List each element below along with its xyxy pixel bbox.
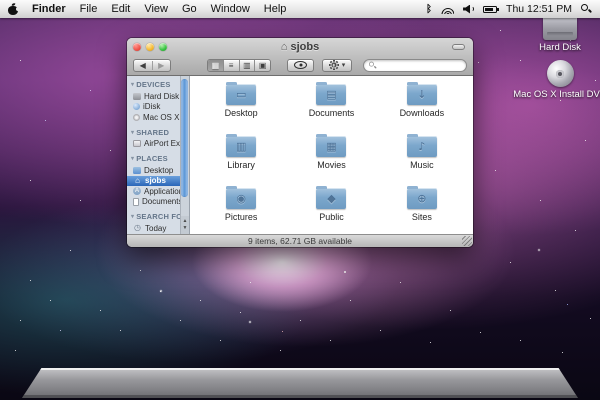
- disclosure-triangle-icon: ▾: [131, 81, 134, 88]
- disclosure-triangle-icon: ▾: [131, 129, 134, 136]
- columns-glyph: ▥: [226, 136, 256, 157]
- search-input[interactable]: [381, 60, 461, 70]
- sidebar-scrollbar-arrows[interactable]: ▲ ▼: [180, 216, 189, 234]
- home-icon: ⌂: [281, 41, 288, 53]
- install-dvd-label: Mac OS X Install DVD: [513, 89, 600, 100]
- applications-icon: A: [133, 187, 141, 195]
- bluetooth-icon[interactable]: ᛒ: [426, 4, 432, 15]
- icon-view-button[interactable]: ▦: [208, 60, 223, 71]
- menu-bar-clock[interactable]: Thu 12:51 PM: [506, 3, 572, 15]
- sidebar: ▾ DEVICES Hard Disk iDisk Mac OS X I... …: [127, 76, 190, 234]
- folder-pictures[interactable]: ◉ Pictures: [196, 185, 286, 228]
- scroll-up-icon[interactable]: ▲: [183, 218, 188, 225]
- display-glyph: ▭: [226, 84, 256, 105]
- hard-disk-label: Hard Disk: [539, 42, 581, 53]
- action-button[interactable]: ▾: [322, 59, 352, 72]
- chevron-down-icon: ▾: [342, 61, 346, 69]
- view-mode-control: ▦ ≡ ▥ ▣: [207, 59, 271, 72]
- folder-view[interactable]: ▭ Desktop ▤ Documents ↓ Downloads ▥ Libr…: [190, 76, 473, 234]
- back-button[interactable]: ◀: [134, 61, 152, 70]
- desktop: Finder File Edit View Go Window Help ᛒ T…: [0, 0, 600, 400]
- title-bar[interactable]: ⌂sjobs: [127, 38, 473, 55]
- folder-documents[interactable]: ▤ Documents: [286, 81, 376, 124]
- folder-icon: ♪: [407, 136, 437, 157]
- quick-look-button[interactable]: [287, 59, 314, 72]
- download-arrow-glyph: ↓: [407, 84, 437, 105]
- spotlight-icon[interactable]: [581, 4, 592, 15]
- menu-bar: Finder File Edit View Go Window Help ᛒ T…: [0, 0, 600, 18]
- disclosure-triangle-icon: ▾: [131, 213, 134, 220]
- folder-library[interactable]: ▥ Library: [196, 133, 286, 176]
- folder-icon: ↓: [407, 84, 437, 105]
- folder-icon: ▭: [226, 84, 256, 105]
- eye-icon: [294, 61, 307, 69]
- menu-view[interactable]: View: [144, 3, 168, 15]
- column-view-button[interactable]: ▥: [239, 60, 255, 71]
- close-button[interactable]: [133, 43, 141, 51]
- apple-menu-icon[interactable]: [8, 4, 18, 15]
- back-forward-control: ◀ ▶: [133, 59, 171, 72]
- folder-icon: ◆: [316, 188, 346, 209]
- status-text: 9 items, 62.71 GB available: [248, 236, 352, 246]
- camera-lens-glyph: ◉: [226, 188, 256, 209]
- home-icon: ⌂: [133, 177, 142, 185]
- toolbar: ◀ ▶ ▦ ≡ ▥ ▣: [127, 55, 473, 75]
- search-field[interactable]: [363, 59, 467, 72]
- zoom-button[interactable]: [159, 43, 167, 51]
- desktop-icon-install-dvd[interactable]: Mac OS X Install DVD: [505, 60, 600, 100]
- toolbar-toggle-pill[interactable]: [452, 44, 465, 50]
- scroll-down-icon[interactable]: ▼: [183, 225, 188, 232]
- folder-music[interactable]: ♪ Music: [377, 133, 467, 176]
- idisk-icon: [133, 103, 140, 110]
- finder-window: ⌂sjobs ◀ ▶ ▦ ≡ ▥ ▣: [127, 38, 473, 247]
- dock: @ 25 ♪: [0, 356, 600, 400]
- sidebar-scrollbar-thumb[interactable]: [181, 79, 188, 197]
- folder-sites[interactable]: ⊕ Sites: [377, 185, 467, 228]
- diamond-glyph: ◆: [316, 188, 346, 209]
- gear-icon: [329, 60, 339, 70]
- menu-help[interactable]: Help: [264, 3, 287, 15]
- globe-glyph: ⊕: [407, 188, 437, 209]
- menu-file[interactable]: File: [80, 3, 98, 15]
- dock-shelf: [22, 368, 578, 398]
- disclosure-triangle-icon: ▾: [131, 155, 134, 162]
- document-glyph: ▤: [316, 84, 346, 105]
- folder-icon: ▥: [226, 136, 256, 157]
- music-note-glyph: ♪: [407, 136, 437, 157]
- folder-movies[interactable]: ▦ Movies: [286, 133, 376, 176]
- film-glyph: ▦: [316, 136, 346, 157]
- folder-icon: ◉: [226, 188, 256, 209]
- folder-desktop[interactable]: ▭ Desktop: [196, 81, 286, 124]
- forward-button[interactable]: ▶: [152, 61, 171, 70]
- battery-icon[interactable]: [483, 6, 497, 13]
- hard-drive-icon: [133, 93, 141, 100]
- wifi-icon[interactable]: [441, 4, 454, 14]
- resize-grip[interactable]: [462, 236, 472, 246]
- hard-drive-icon: [543, 16, 577, 40]
- menu-finder[interactable]: Finder: [32, 3, 66, 15]
- folder-icon: ▤: [316, 84, 346, 105]
- clock-icon: ◷: [133, 224, 142, 232]
- menu-edit[interactable]: Edit: [111, 3, 130, 15]
- status-bar: 9 items, 62.71 GB available: [127, 234, 473, 247]
- desktop-icon-hard-disk[interactable]: Hard Disk: [540, 16, 580, 53]
- coverflow-view-button[interactable]: ▣: [254, 60, 270, 71]
- window-title: ⌂sjobs: [127, 41, 473, 53]
- folder-public[interactable]: ◆ Public: [286, 185, 376, 228]
- desktop-icon: [133, 167, 141, 174]
- document-icon: [133, 198, 139, 206]
- menu-window[interactable]: Window: [211, 3, 250, 15]
- folder-icon: ⊕: [407, 188, 437, 209]
- menu-go[interactable]: Go: [182, 3, 197, 15]
- list-view-button[interactable]: ≡: [223, 60, 239, 71]
- search-icon: [369, 61, 375, 69]
- airport-icon: [133, 140, 141, 147]
- minimize-button[interactable]: [146, 43, 154, 51]
- dvd-disc-icon: [547, 60, 574, 87]
- folder-icon: ▦: [316, 136, 346, 157]
- volume-icon[interactable]: [463, 5, 474, 14]
- folder-downloads[interactable]: ↓ Downloads: [377, 81, 467, 124]
- disc-icon: [133, 114, 140, 121]
